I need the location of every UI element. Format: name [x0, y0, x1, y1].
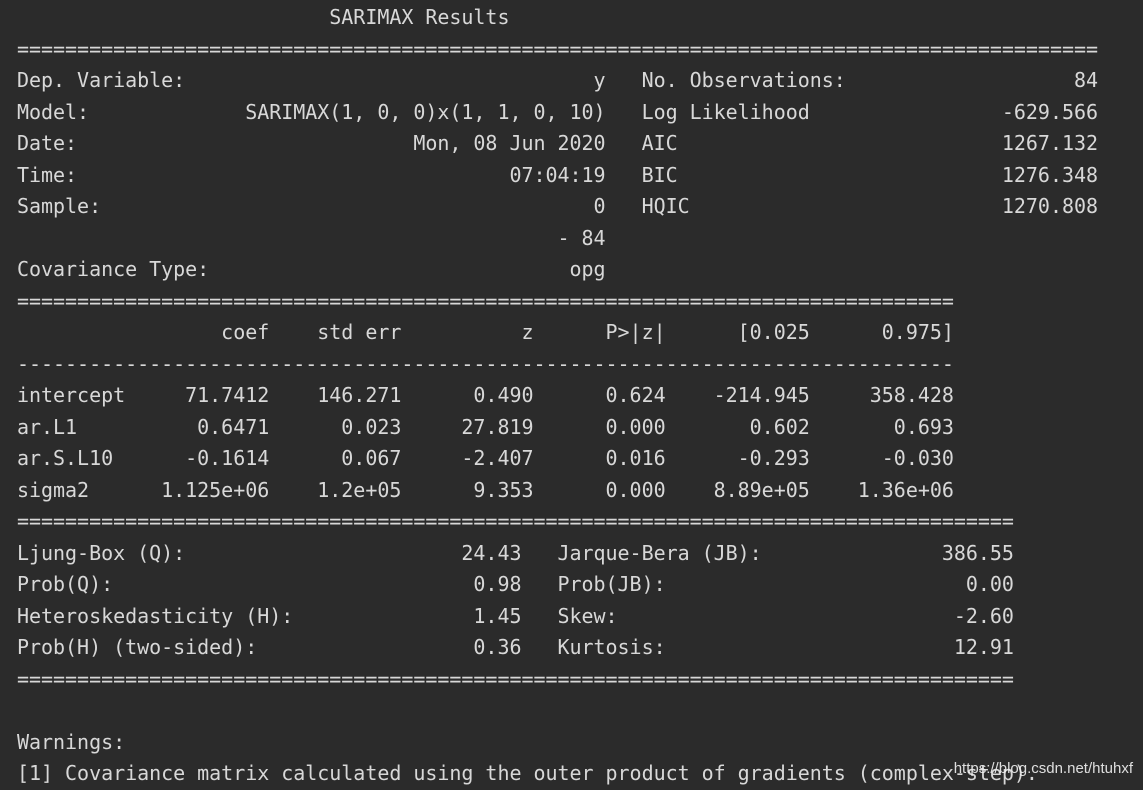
- separator-line: ========================================…: [17, 509, 1014, 533]
- model-row: Model: SARIMAX(1, 0, 0)x(1, 1, 0, 10) Lo…: [17, 99, 1098, 124]
- diagnostics-row-prob-q: Prob(Q): 0.98 Prob(JB): 0.00: [17, 572, 1014, 596]
- coef-row-intercept: intercept 71.7412 146.271 0.490 0.624 -2…: [17, 383, 954, 407]
- date-row: Date: Mon, 08 Jun 2020 AIC 1267.132: [17, 131, 1098, 155]
- dash-separator-line: ----------------------------------------…: [17, 351, 954, 376]
- covariance-type-row: Covariance Type: opg: [17, 257, 1098, 281]
- diagnostics-row-ljung-box: Ljung-Box (Q): 24.43 Jarque-Bera (JB): 3…: [17, 540, 1014, 565]
- time-row: Time: 07:04:19 BIC 1276.348: [17, 162, 1098, 187]
- warning-item-1: [1] Covariance matrix calculated using t…: [17, 761, 1038, 785]
- sample-end-row: - 84: [17, 225, 1098, 250]
- diagnostics-row-heteroskedasticity: Heteroskedasticity (H): 1.45 Skew: -2.60: [17, 603, 1014, 628]
- sample-row: Sample: 0 HQIC 1270.808: [17, 194, 1098, 218]
- sarimax-results-text: SARIMAX Results ========================…: [17, 2, 1098, 790]
- diagnostics-row-prob-h: Prob(H) (two-sided): 0.36 Kurtosis: 12.9…: [17, 635, 1014, 659]
- results-title-line: SARIMAX Results: [17, 5, 978, 29]
- console-output-panel: SARIMAX Results ========================…: [0, 0, 1143, 788]
- separator-line: ========================================…: [17, 666, 1014, 691]
- coef-row-sigma2: sigma2 1.125e+06 1.2e+05 9.353 0.000 8.8…: [17, 477, 954, 502]
- dep-variable-row: Dep. Variable: y No. Observations: 84: [17, 68, 1098, 92]
- coef-row-ar-l1: ar.L1 0.6471 0.023 27.819 0.000 0.602 0.…: [17, 414, 954, 439]
- separator-line: ========================================…: [17, 288, 954, 313]
- watermark-text: https://blog.csdn.net/htuhxf: [953, 760, 1133, 777]
- warnings-heading: Warnings:: [17, 729, 126, 754]
- coef-row-ar-s-l10: ar.S.L10 -0.1614 0.067 -2.407 0.016 -0.2…: [17, 446, 954, 470]
- separator-line: ========================================…: [17, 36, 1098, 61]
- coef-table-header: coef std err z P>|z| [0.025 0.975]: [17, 320, 954, 344]
